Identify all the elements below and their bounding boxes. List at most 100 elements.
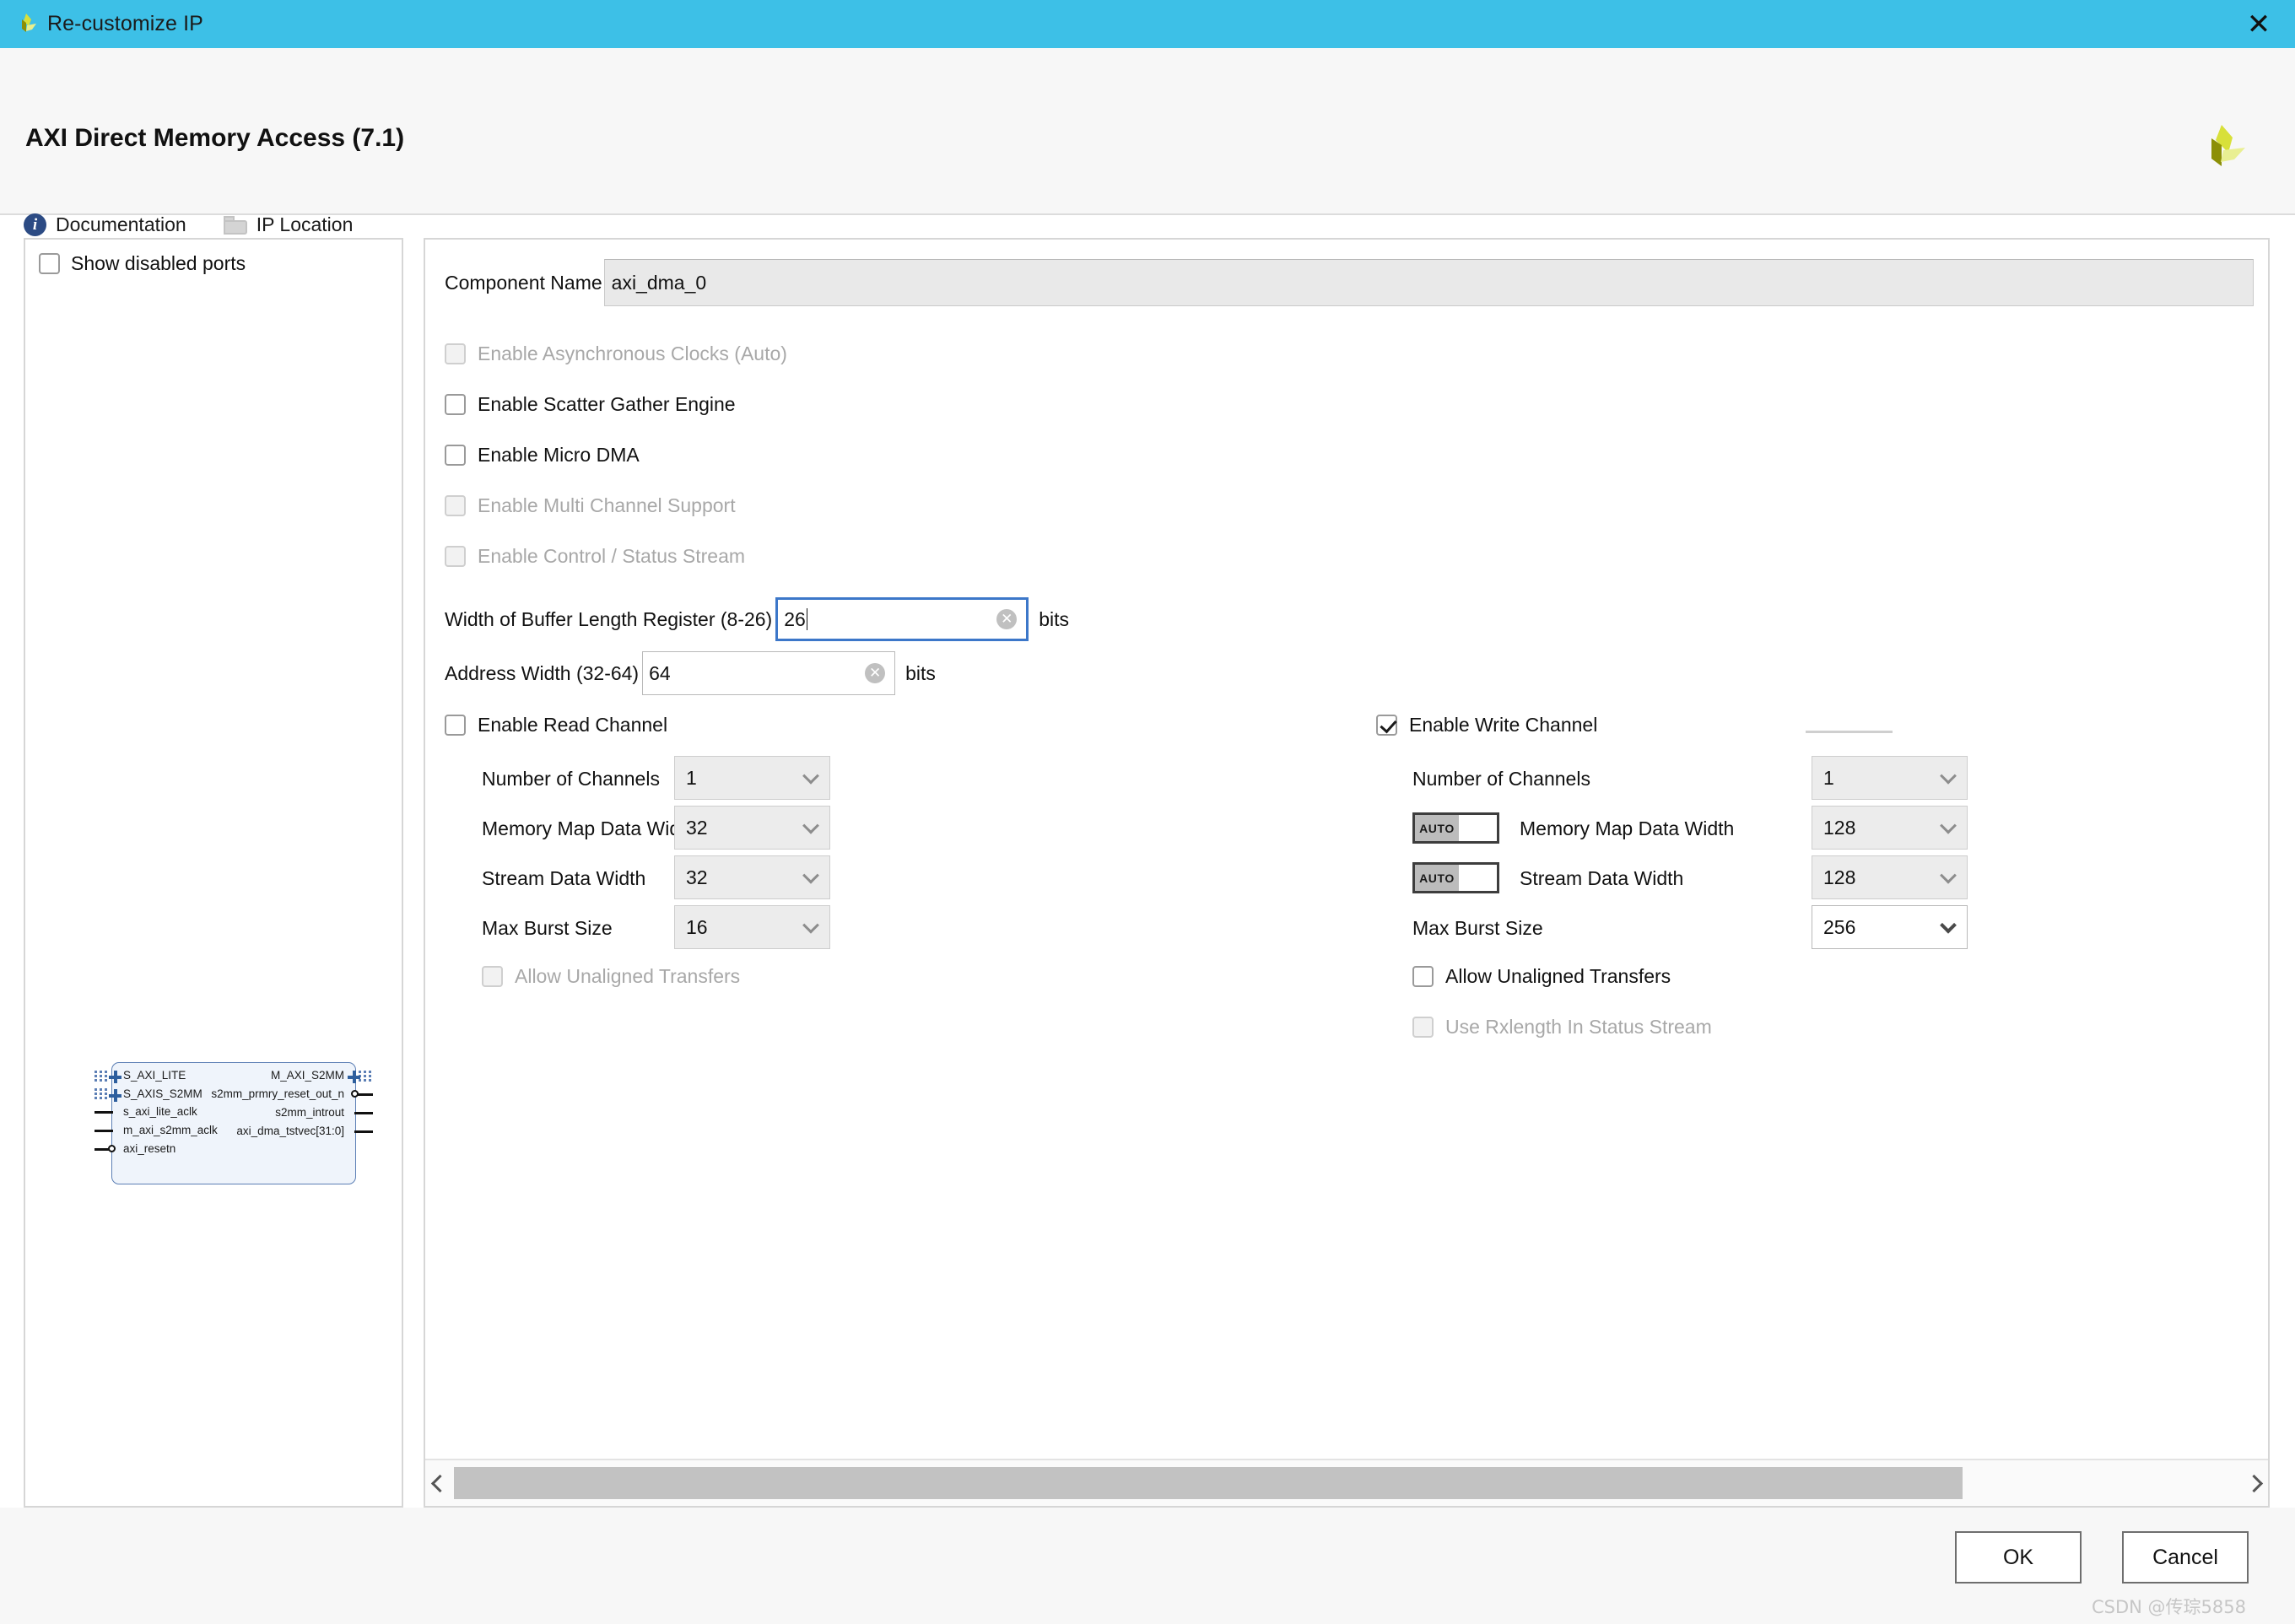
xilinx-brand-logo-icon bbox=[2195, 122, 2249, 175]
buffer-length-row: Width of Buffer Length Register (8-26) 2… bbox=[445, 597, 1069, 641]
address-width-unit: bits bbox=[905, 662, 936, 685]
section-divider bbox=[1806, 731, 1893, 733]
checkbox-box bbox=[445, 445, 466, 466]
buffer-length-input[interactable]: 26 ✕ bbox=[775, 597, 1029, 641]
window-title: Re-customize IP bbox=[47, 12, 203, 36]
show-disabled-ports-checkbox[interactable]: Show disabled ports bbox=[39, 252, 246, 275]
clear-icon[interactable]: ✕ bbox=[865, 663, 885, 683]
chevron-down-icon bbox=[1940, 817, 1957, 834]
bus-pin-decor-icon bbox=[94, 1071, 109, 1083]
checkbox-box bbox=[445, 715, 466, 736]
write-number-of-channels-value: 1 bbox=[1823, 767, 1834, 790]
horizontal-scrollbar[interactable] bbox=[425, 1459, 2268, 1506]
component-name-label: Component Name bbox=[445, 272, 602, 294]
chevron-down-icon bbox=[1940, 768, 1957, 785]
checkbox-box bbox=[445, 546, 466, 567]
show-disabled-ports-label: Show disabled ports bbox=[71, 252, 246, 275]
enable-async-clocks-checkbox: Enable Asynchronous Clocks (Auto) bbox=[445, 343, 787, 365]
page-title: AXI Direct Memory Access (7.1) bbox=[25, 124, 404, 153]
read-number-of-channels-value: 1 bbox=[686, 767, 697, 790]
port-label-left: axi_resetn bbox=[123, 1142, 176, 1155]
enable-multi-channel-checkbox: Enable Multi Channel Support bbox=[445, 494, 736, 517]
output-pin-icon bbox=[354, 1130, 373, 1133]
ip-location-link[interactable]: IP Location bbox=[224, 213, 354, 236]
checkbox-box bbox=[1376, 715, 1397, 736]
port-label-right: s2mm_prmry_reset_out_n bbox=[211, 1087, 344, 1100]
ip-header: AXI Direct Memory Access (7.1) i Documen… bbox=[0, 48, 2295, 215]
text-caret bbox=[807, 608, 808, 630]
port-label-right: s2mm_introut bbox=[275, 1106, 344, 1119]
address-width-value: 64 bbox=[649, 662, 671, 685]
use-rxlength-checkbox: Use Rxlength In Status Stream bbox=[1412, 1016, 1712, 1039]
read-max-burst-size-select: 16 bbox=[674, 905, 830, 949]
chevron-right-icon[interactable] bbox=[2239, 1459, 2268, 1507]
read-stream-data-width-select: 32 bbox=[674, 855, 830, 899]
scrollbar-thumb[interactable] bbox=[454, 1467, 1963, 1499]
documentation-link[interactable]: i Documentation bbox=[24, 213, 186, 236]
port-label-left: s_axi_lite_aclk bbox=[123, 1105, 197, 1118]
chevron-down-icon bbox=[802, 917, 819, 934]
chevron-down-icon bbox=[802, 817, 819, 834]
close-icon[interactable]: ✕ bbox=[2243, 8, 2275, 40]
chevron-down-icon bbox=[802, 768, 819, 785]
checkbox-box bbox=[445, 343, 466, 364]
read-max-burst-size-label: Max Burst Size bbox=[482, 917, 613, 940]
cancel-button[interactable]: Cancel bbox=[2122, 1531, 2249, 1584]
port-label-right: M_AXI_S2MM bbox=[271, 1069, 344, 1082]
clear-icon[interactable]: ✕ bbox=[996, 609, 1017, 629]
info-icon: i bbox=[24, 213, 46, 236]
enable-control-status-stream-checkbox: Enable Control / Status Stream bbox=[445, 545, 745, 568]
ok-button[interactable]: OK bbox=[1955, 1531, 2082, 1584]
write-stream-auto-toggle[interactable]: AUTO bbox=[1412, 862, 1499, 893]
checkbox-box bbox=[1412, 966, 1434, 987]
component-name-input[interactable]: axi_dma_0 bbox=[604, 259, 2254, 306]
chevron-down-icon bbox=[802, 867, 819, 884]
write-stream-data-width-value: 128 bbox=[1823, 866, 1855, 889]
enable-scatter-gather-checkbox[interactable]: Enable Scatter Gather Engine bbox=[445, 393, 736, 416]
expand-bus-icon[interactable] bbox=[109, 1071, 122, 1083]
ip-config-panel: Component Name axi_dma_0 Enable Asynchro… bbox=[424, 238, 2270, 1508]
checkbox-box bbox=[482, 966, 503, 987]
chevron-left-icon[interactable] bbox=[425, 1459, 454, 1507]
bus-pin-decor-icon bbox=[94, 1088, 109, 1101]
enable-read-channel-checkbox[interactable]: Enable Read Channel bbox=[445, 714, 667, 736]
ip-symbol-panel: Show disabled ports S_AXI_LITE S_AXIS_S2… bbox=[24, 238, 403, 1508]
active-low-bubble-icon bbox=[351, 1090, 359, 1098]
read-max-burst-size-value: 16 bbox=[686, 916, 708, 939]
write-allow-unaligned-checkbox[interactable]: Allow Unaligned Transfers bbox=[1412, 965, 1671, 988]
enable-micro-dma-checkbox[interactable]: Enable Micro DMA bbox=[445, 444, 640, 467]
ip-block-symbol: S_AXI_LITE S_AXIS_S2MM s_axi_lite_aclk m… bbox=[94, 1062, 373, 1184]
buffer-length-unit: bits bbox=[1039, 608, 1069, 631]
enable-write-channel-label: Enable Write Channel bbox=[1409, 714, 1597, 736]
port-label-left: S_AXI_LITE bbox=[123, 1069, 186, 1082]
address-width-row: Address Width (32-64) 64 ✕ bits bbox=[445, 651, 936, 695]
write-stream-auto-label: AUTO bbox=[1415, 865, 1459, 891]
write-stream-data-width-select: 128 bbox=[1812, 855, 1968, 899]
enable-control-status-stream-label: Enable Control / Status Stream bbox=[478, 545, 745, 568]
enable-multi-channel-label: Enable Multi Channel Support bbox=[478, 494, 736, 517]
read-number-of-channels-label: Number of Channels bbox=[482, 768, 660, 790]
read-stream-data-width-value: 32 bbox=[686, 866, 708, 889]
checkbox-box bbox=[445, 495, 466, 516]
enable-write-channel-checkbox[interactable]: Enable Write Channel bbox=[1376, 714, 1597, 736]
dialog-buttons: OK Cancel bbox=[1955, 1531, 2249, 1584]
write-memory-map-auto-toggle[interactable]: AUTO bbox=[1412, 812, 1499, 844]
address-width-label: Address Width (32-64) bbox=[445, 662, 639, 685]
address-width-input[interactable]: 64 ✕ bbox=[642, 651, 895, 695]
component-name-row: Component Name axi_dma_0 bbox=[445, 259, 2254, 306]
scrollbar-track[interactable] bbox=[454, 1459, 2239, 1507]
ip-location-label: IP Location bbox=[256, 213, 354, 236]
port-label-left: S_AXIS_S2MM bbox=[123, 1087, 202, 1100]
read-number-of-channels-select: 1 bbox=[674, 756, 830, 800]
expand-bus-icon[interactable] bbox=[348, 1071, 360, 1083]
active-low-bubble-icon bbox=[108, 1145, 116, 1152]
write-memory-map-data-width-label: Memory Map Data Width bbox=[1520, 817, 1734, 840]
read-memory-map-data-width-select: 32 bbox=[674, 806, 830, 850]
chevron-down-icon bbox=[1940, 917, 1957, 934]
expand-bus-icon[interactable] bbox=[109, 1089, 122, 1102]
clock-pin-icon bbox=[94, 1111, 113, 1114]
port-label-left: m_axi_s2mm_aclk bbox=[123, 1124, 218, 1136]
write-max-burst-size-select[interactable]: 256 bbox=[1812, 905, 1968, 949]
write-max-burst-size-value: 256 bbox=[1823, 916, 1855, 939]
write-number-of-channels-select: 1 bbox=[1812, 756, 1968, 800]
